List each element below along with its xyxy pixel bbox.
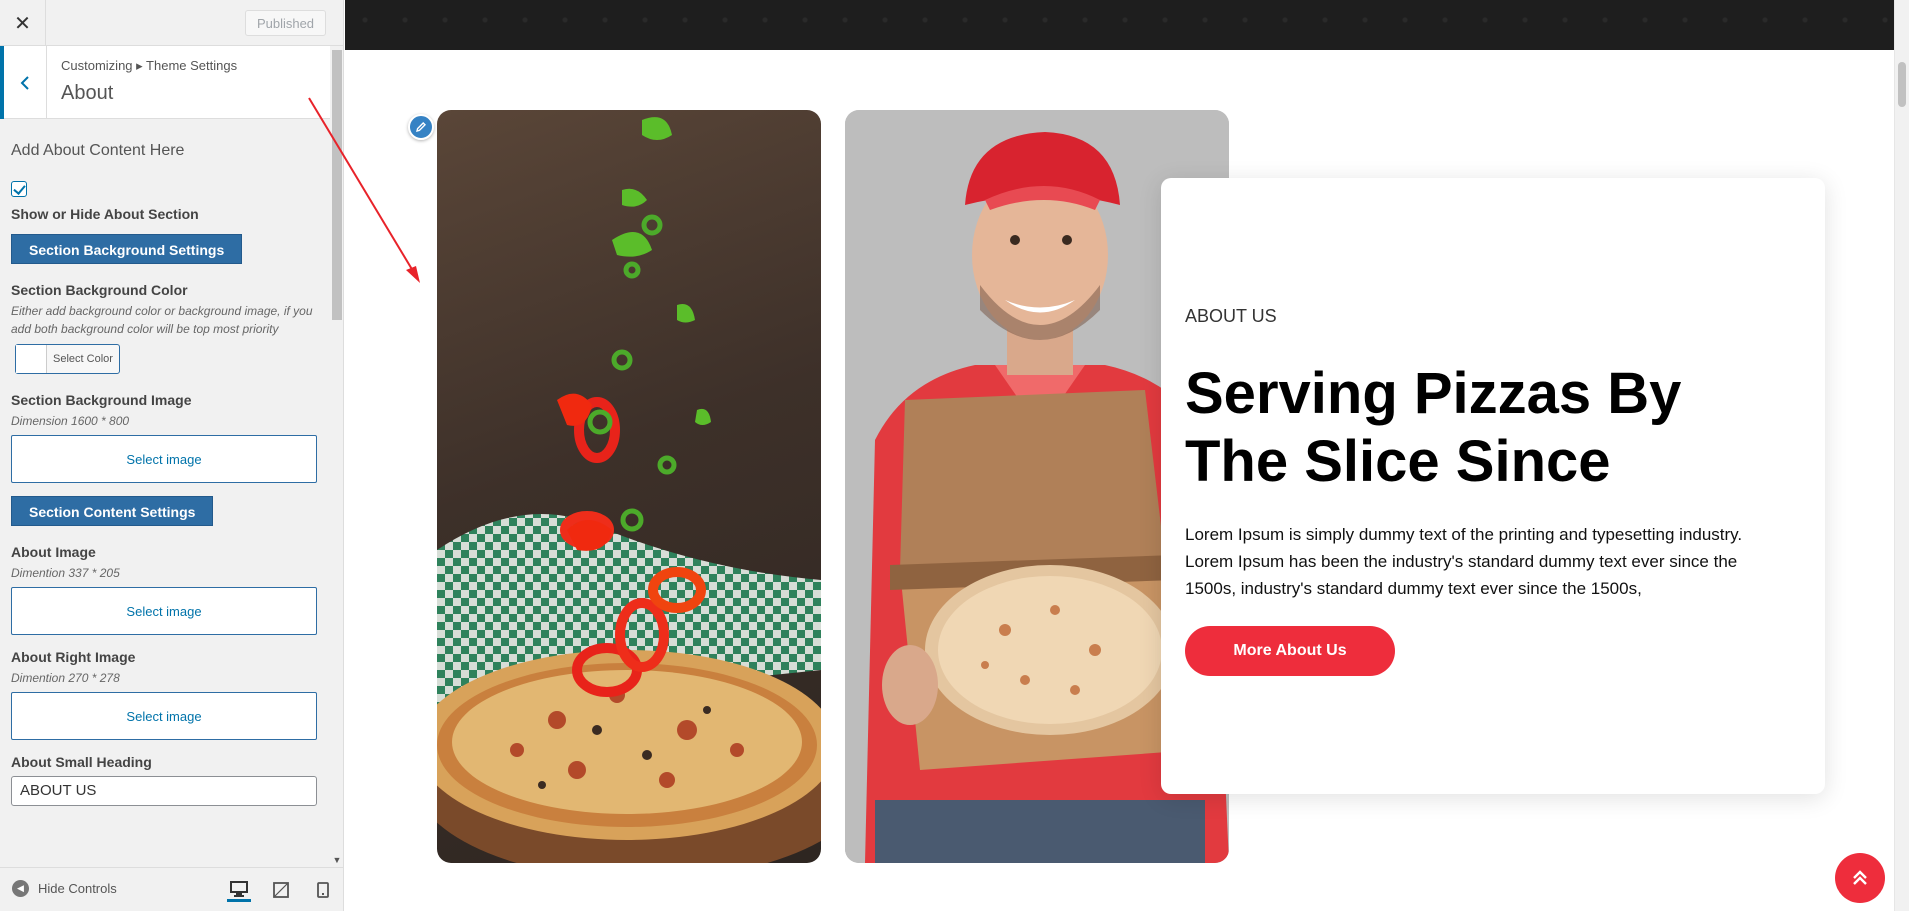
publish-button[interactable]: Published [245, 10, 326, 36]
mobile-icon [317, 882, 329, 898]
back-button[interactable] [0, 46, 47, 119]
mobile-preview-button[interactable] [311, 878, 335, 902]
double-chevron-up-icon [1853, 870, 1867, 885]
bg-color-note: Either add background color or backgroun… [11, 304, 313, 336]
customizer-footer: ◀ Hide Controls [0, 867, 343, 911]
close-icon: ✕ [14, 12, 31, 35]
show-about-checkbox[interactable] [11, 181, 27, 197]
about-small-heading: ABOUT US [1185, 306, 1277, 326]
preview-scrollbar[interactable] [1894, 0, 1909, 911]
more-about-us-button[interactable]: More About Us [1185, 626, 1395, 676]
background-settings-button[interactable]: Section Background Settings [11, 234, 243, 264]
scroll-down-arrow-icon[interactable]: ▼ [332, 855, 342, 865]
desktop-preview-button[interactable] [227, 878, 251, 902]
close-customizer-button[interactable]: ✕ [0, 0, 46, 46]
content-settings-button[interactable]: Section Content Settings [11, 496, 214, 526]
collapse-arrow-icon: ◀ [12, 880, 29, 897]
edit-shortcut-button[interactable] [408, 114, 434, 140]
about-image-note: Dimention 337 * 205 [11, 566, 120, 580]
section-header: Customizing ▸ Theme Settings About [0, 46, 330, 119]
site-header-bar [345, 0, 1905, 50]
scroll-to-top-button[interactable] [1835, 853, 1885, 903]
select-bg-image-button[interactable]: Select image [11, 435, 317, 483]
bg-color-label: Section Background Color [11, 282, 188, 298]
pizza-illustration [437, 117, 821, 863]
small-heading-label: About Small Heading [11, 754, 152, 770]
customizer-sidebar: ✕ Published Customizing ▸ Theme Settings… [0, 0, 344, 911]
site-preview: ABOUT US Serving Pizzas By The Slice Sin… [345, 0, 1909, 911]
pencil-icon [416, 122, 426, 132]
small-heading-input[interactable]: ABOUT US [11, 776, 317, 806]
hide-controls-button[interactable]: ◀ Hide Controls [12, 880, 117, 897]
about-right-image-note: Dimention 270 * 278 [11, 671, 120, 685]
color-swatch [16, 345, 47, 373]
section-description: Add About Content Here [11, 142, 185, 159]
about-content-card: ABOUT US Serving Pizzas By The Slice Sin… [1161, 178, 1825, 794]
select-color-label: Select Color [53, 353, 113, 365]
about-heading: Serving Pizzas By The Slice Since [1185, 361, 1682, 494]
desktop-icon [230, 880, 248, 897]
chevron-left-icon [20, 75, 29, 90]
bg-image-label: Section Background Image [11, 392, 192, 408]
breadcrumb: Customizing ▸ Theme Settings [61, 58, 238, 73]
hide-controls-label: Hide Controls [38, 881, 117, 896]
select-color-button[interactable]: Select Color [15, 344, 120, 374]
about-right-image-label: About Right Image [11, 649, 136, 665]
select-about-right-image-button[interactable]: Select image [11, 692, 317, 740]
sidebar-scrollbar-thumb[interactable] [332, 50, 342, 320]
bg-image-note: Dimension 1600 * 800 [11, 414, 130, 428]
section-title: About [61, 82, 114, 104]
select-about-image-button[interactable]: Select image [11, 587, 317, 635]
about-image-label: About Image [11, 544, 96, 560]
tablet-icon [273, 882, 289, 898]
preview-scrollbar-thumb[interactable] [1898, 62, 1906, 107]
customizer-topbar: ✕ Published [0, 0, 343, 46]
about-text: Lorem Ipsum is simply dummy text of the … [1185, 525, 1743, 598]
controls-panel: Add About Content Here Show or Hide Abou… [0, 119, 330, 867]
show-about-label: Show or Hide About Section [11, 206, 199, 222]
tablet-preview-button[interactable] [269, 878, 293, 902]
about-pizza-image [437, 110, 821, 863]
